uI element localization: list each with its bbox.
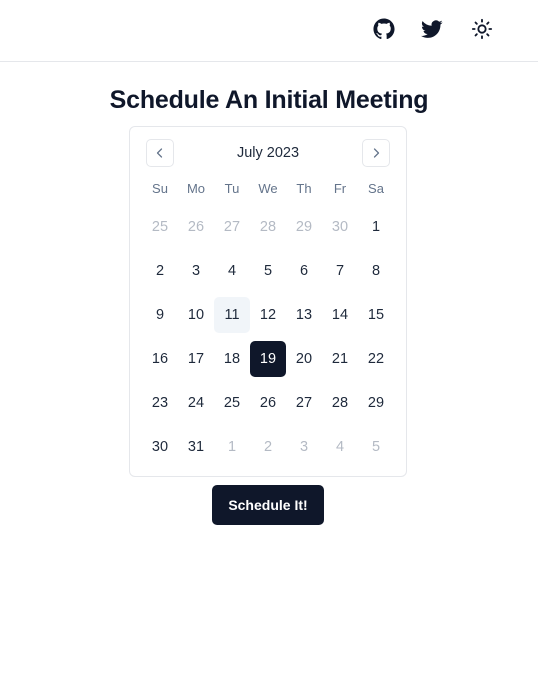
calendar-day[interactable]: 25	[214, 385, 250, 421]
calendar-day[interactable]: 3	[178, 253, 214, 289]
calendar-day[interactable]: 2	[142, 253, 178, 289]
top-bar	[0, 0, 538, 62]
weekday-label: Mo	[186, 181, 206, 196]
weekday-label: Su	[152, 181, 168, 196]
previous-month-button[interactable]	[146, 139, 174, 167]
calendar-day[interactable]: 9	[142, 297, 178, 333]
weekday-label: Fr	[333, 181, 347, 196]
calendar-day[interactable]: 6	[286, 253, 322, 289]
calendar-day[interactable]: 8	[358, 253, 394, 289]
twitter-icon[interactable]	[418, 15, 446, 43]
weekday-label: Tu	[224, 181, 240, 196]
calendar-day[interactable]: 18	[214, 341, 250, 377]
page-title: Schedule An Initial Meeting	[109, 86, 429, 114]
calendar-day-outside-month[interactable]: 3	[286, 429, 322, 465]
calendar-header: July 2023	[130, 139, 406, 167]
calendar-day-outside-month[interactable]: 5	[358, 429, 394, 465]
calendar-day-outside-month[interactable]: 4	[322, 429, 358, 465]
calendar-day[interactable]: 11	[214, 297, 250, 333]
sun-icon[interactable]	[468, 15, 496, 43]
calendar-day-outside-month[interactable]: 2	[250, 429, 286, 465]
calendar-day[interactable]: 10	[178, 297, 214, 333]
chevron-left-icon	[156, 148, 163, 158]
calendar-day[interactable]: 7	[322, 253, 358, 289]
calendar-day[interactable]: 20	[286, 341, 322, 377]
calendar-day[interactable]: 4	[214, 253, 250, 289]
calendar-day[interactable]: 28	[322, 385, 358, 421]
weekday-label: Sa	[368, 181, 384, 196]
calendar-day[interactable]: 23	[142, 385, 178, 421]
calendar-day[interactable]: 29	[358, 385, 394, 421]
weekday-label: Th	[296, 181, 312, 196]
calendar-day[interactable]: 16	[142, 341, 178, 377]
calendar-day-outside-month[interactable]: 30	[322, 209, 358, 245]
calendar-day[interactable]: 17	[178, 341, 214, 377]
calendar-day[interactable]: 31	[178, 429, 214, 465]
calendar: July 2023 Su Mo Tu We Th Fr Sa 25 26 27 28 29 30 1 2 3…	[129, 126, 407, 477]
weekday-header-row: Su Mo Tu We Th Fr Sa	[142, 181, 394, 199]
calendar-day[interactable]: 1	[358, 209, 394, 245]
calendar-day[interactable]: 13	[286, 297, 322, 333]
github-icon[interactable]	[370, 15, 398, 43]
calendar-day[interactable]: 24	[178, 385, 214, 421]
calendar-day[interactable]: 5	[250, 253, 286, 289]
day-grid: 25 26 27 28 29 30 1 2 3 4 5 6 7 8 9 10 11 12 13 14 15 16 17 18 1…	[142, 209, 394, 465]
next-month-button[interactable]	[362, 139, 390, 167]
calendar-day[interactable]: 15	[358, 297, 394, 333]
calendar-day[interactable]: 27	[286, 385, 322, 421]
calendar-day[interactable]: 22	[358, 341, 394, 377]
weekday-label: We	[258, 181, 278, 196]
calendar-day[interactable]: 21	[322, 341, 358, 377]
calendar-day-outside-month[interactable]: 29	[286, 209, 322, 245]
calendar-day[interactable]: 19	[250, 341, 286, 377]
calendar-day[interactable]: 12	[250, 297, 286, 333]
calendar-day-outside-month[interactable]: 28	[250, 209, 286, 245]
calendar-day-outside-month[interactable]: 25	[142, 209, 178, 245]
schedule-button[interactable]: Schedule It!	[212, 485, 324, 525]
calendar-day-outside-month[interactable]: 27	[214, 209, 250, 245]
chevron-right-icon	[373, 148, 380, 158]
calendar-day-outside-month[interactable]: 26	[178, 209, 214, 245]
calendar-day-outside-month[interactable]: 1	[214, 429, 250, 465]
calendar-day[interactable]: 14	[322, 297, 358, 333]
calendar-day[interactable]: 26	[250, 385, 286, 421]
calendar-day[interactable]: 30	[142, 429, 178, 465]
